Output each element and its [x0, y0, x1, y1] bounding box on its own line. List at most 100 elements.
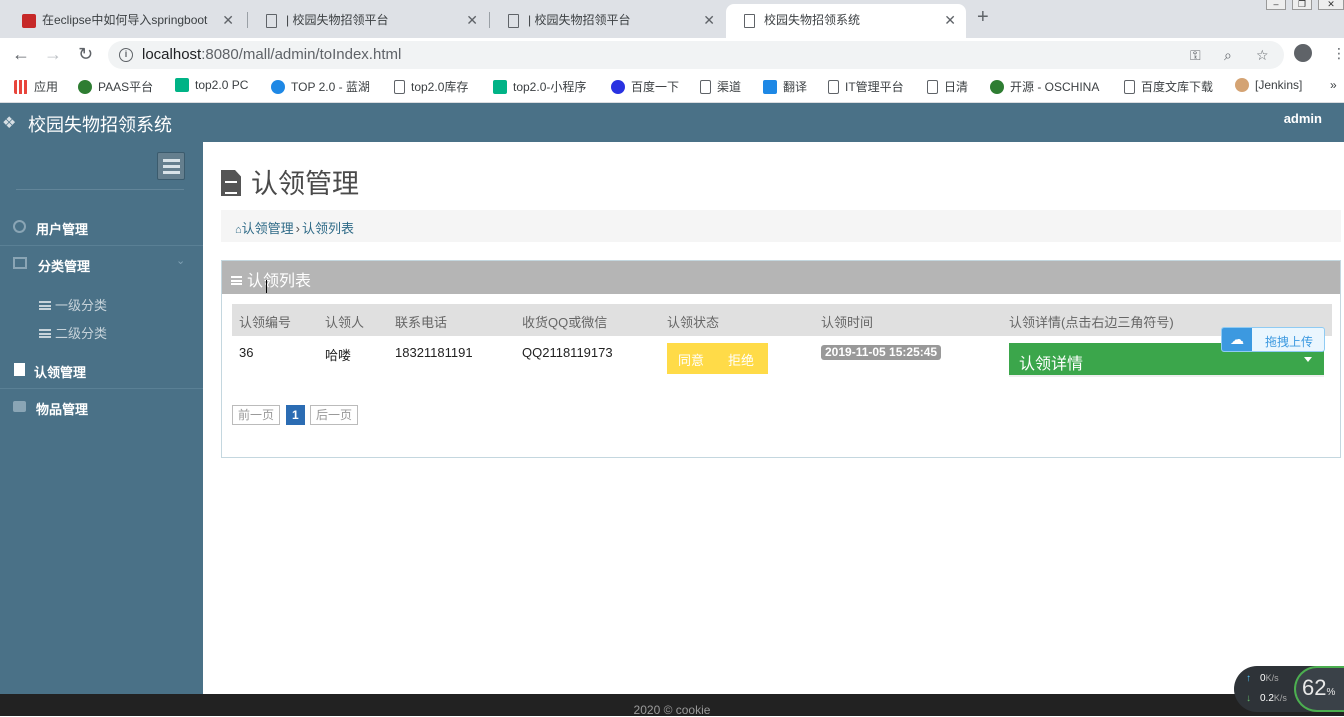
maximize-button[interactable]: ❐	[1292, 0, 1312, 10]
divider	[16, 189, 184, 190]
bookmark-lanhu[interactable]: TOP 2.0 - 蓝湖	[271, 78, 370, 95]
sidebar-item-categories[interactable]: 分类管理 ⌄	[0, 246, 203, 282]
play-icon	[175, 78, 189, 92]
csdn-favicon-icon	[22, 14, 36, 28]
sidebar: 用户管理 分类管理 ⌄ 一级分类 二级分类 认领管理 物品管理	[0, 142, 203, 694]
bookmark-it-platform[interactable]: IT管理平台	[828, 78, 904, 95]
bookmark-top2-stock[interactable]: top2.0库存	[394, 78, 468, 95]
bookmarks-overflow-icon[interactable]: »	[1330, 78, 1337, 92]
next-page-button[interactable]: 后一页	[310, 405, 359, 425]
sidebar-item-items[interactable]: 物品管理	[0, 389, 203, 425]
breadcrumb-separator: ›	[295, 221, 301, 236]
zoom-icon[interactable]: ⌕	[1224, 47, 1232, 64]
bookmark-translate[interactable]: 翻译	[763, 78, 807, 95]
minimize-button[interactable]: –	[1266, 0, 1286, 10]
drag-upload-widget[interactable]: ☁ 拖拽上传	[1221, 327, 1325, 352]
address-bar[interactable]: i localhost:8080/mall/admin/toIndex.html…	[108, 41, 1284, 69]
play-icon	[493, 80, 507, 94]
bookmark-apps[interactable]: 应用	[14, 78, 58, 95]
profile-avatar-icon[interactable]	[1294, 44, 1312, 62]
lanhu-icon	[271, 80, 285, 94]
star-icon[interactable]: ☆	[1256, 47, 1269, 64]
bookmark-jenkins[interactable]: [Jenkins]	[1235, 78, 1302, 92]
upload-arrow-icon: ↑	[1246, 673, 1251, 684]
claimant-contact: QQ2118119173	[522, 345, 613, 360]
table-header: 认领编号 认领人 联系电话 收货QQ或微信 认领状态 认领时间 认领详情(点击右…	[232, 304, 1332, 336]
translate-icon	[763, 80, 777, 94]
bookmark-top2-pc[interactable]: top2.0 PC	[175, 78, 248, 92]
reload-icon[interactable]: ↻	[78, 44, 93, 65]
sidebar-item-label: 认领管理	[34, 365, 87, 380]
app-brand[interactable]: 校园失物招领系统	[28, 111, 172, 137]
close-icon[interactable]: ✕	[703, 4, 715, 36]
oschina-icon	[990, 80, 1004, 94]
info-icon[interactable]: i	[119, 48, 133, 62]
forward-arrow-icon[interactable]: →	[44, 44, 62, 65]
jenkins-icon	[1235, 78, 1249, 92]
prev-page-button[interactable]: 前一页	[232, 405, 281, 425]
bookmark-channel[interactable]: 渠道	[700, 78, 741, 95]
page-icon	[828, 80, 839, 94]
sidebar-subitem-level2[interactable]: 二级分类	[39, 323, 107, 342]
column-header: 认领时间	[821, 315, 874, 330]
claimant-phone: 18321181191	[395, 345, 473, 360]
approve-button[interactable]: 同意	[678, 350, 704, 369]
bookmark-paas[interactable]: PAAS平台	[78, 78, 153, 95]
page-icon	[927, 80, 938, 94]
menu-dots-icon[interactable]: ⋮	[1332, 45, 1344, 62]
browser-tab[interactable]: | 校园失物招领平台 ✕	[490, 4, 725, 38]
list-icon	[231, 276, 242, 285]
breadcrumb-item[interactable]: 认领列表	[302, 221, 354, 236]
page-favicon-icon	[744, 14, 755, 28]
tab-title: 校园失物招领系统	[764, 13, 861, 27]
bookmark-top2-miniprogram[interactable]: top2.0-小程序	[493, 78, 586, 95]
sidebar-item-users[interactable]: 用户管理	[0, 209, 203, 245]
apps-grid-icon	[14, 80, 28, 94]
close-icon[interactable]: ✕	[222, 4, 234, 36]
hamburger-icon	[163, 159, 180, 162]
network-monitor[interactable]: ↑ 0K/s ↓ 0.2K/s 62%	[1234, 666, 1344, 712]
sidebar-toggle-button[interactable]	[157, 152, 185, 180]
breadcrumb-item[interactable]: 认领管理	[242, 221, 294, 236]
claim-time-badge: 2019-11-05 15:25:45	[821, 345, 942, 360]
bookmark-riqing[interactable]: 日清	[927, 78, 968, 95]
home-icon[interactable]: ⌂	[235, 224, 242, 236]
browser-tab[interactable]: 在eclipse中如何导入springboot ✕	[4, 4, 244, 38]
sidebar-item-claims[interactable]: 认领管理	[0, 352, 203, 388]
page-favicon-icon	[266, 14, 277, 28]
tab-title: 在eclipse中如何导入springboot	[42, 13, 208, 27]
page-favicon-icon	[508, 14, 519, 28]
user-circle-icon	[13, 220, 26, 233]
url-text[interactable]: localhost:8080/mall/admin/toIndex.html	[142, 46, 401, 63]
window-close-button[interactable]: ✕	[1318, 0, 1344, 10]
user-menu[interactable]: admin	[1284, 111, 1322, 126]
page-icon	[700, 80, 711, 94]
list-icon	[39, 301, 51, 310]
browser-tab-active[interactable]: 校园失物招领系统 ✕	[726, 4, 966, 38]
back-arrow-icon[interactable]: ←	[12, 44, 30, 65]
caret-down-icon[interactable]	[1304, 357, 1312, 362]
close-icon[interactable]: ✕	[466, 4, 478, 36]
page-title: 认领管理	[221, 162, 359, 201]
paas-icon	[78, 80, 92, 94]
sidebar-item-label: 用户管理	[36, 222, 89, 237]
page-number-current[interactable]: 1	[286, 405, 305, 425]
sidebar-item-label: 物品管理	[36, 402, 89, 417]
bookmark-oschina[interactable]: 开源 - OSCHINA	[990, 78, 1099, 95]
column-header: 认领人	[325, 315, 365, 330]
key-icon[interactable]: ⚿	[1190, 47, 1201, 64]
bookmark-wenku[interactable]: 百度文库下载	[1124, 78, 1213, 95]
new-tab-button[interactable]: +	[977, 6, 989, 29]
upload-label: 拖拽上传	[1265, 335, 1314, 349]
bookmark-baidu[interactable]: 百度一下	[611, 78, 679, 95]
column-header: 认领详情(点击右边三角符号)	[1009, 315, 1174, 330]
browser-tab[interactable]: | 校园失物招领平台 ✕	[248, 4, 488, 38]
close-icon[interactable]: ✕	[944, 4, 956, 36]
claims-panel: 认领列表 认领编号 认领人 联系电话 收货QQ或微信 认领状态 认领时间 认领详…	[221, 260, 1341, 458]
main-content: 认领管理 ⌂认领管理 › 认领列表 认领列表 认领编号 认领人 联系电话 收货QQ或…	[203, 142, 1344, 694]
chevron-down-icon[interactable]: ⌄	[176, 254, 185, 267]
list-icon	[39, 329, 51, 338]
reject-button[interactable]: 拒绝	[728, 350, 754, 369]
app-header: ❖ 校园失物招领系统 admin	[0, 103, 1344, 142]
sidebar-subitem-level1[interactable]: 一级分类	[39, 295, 107, 314]
